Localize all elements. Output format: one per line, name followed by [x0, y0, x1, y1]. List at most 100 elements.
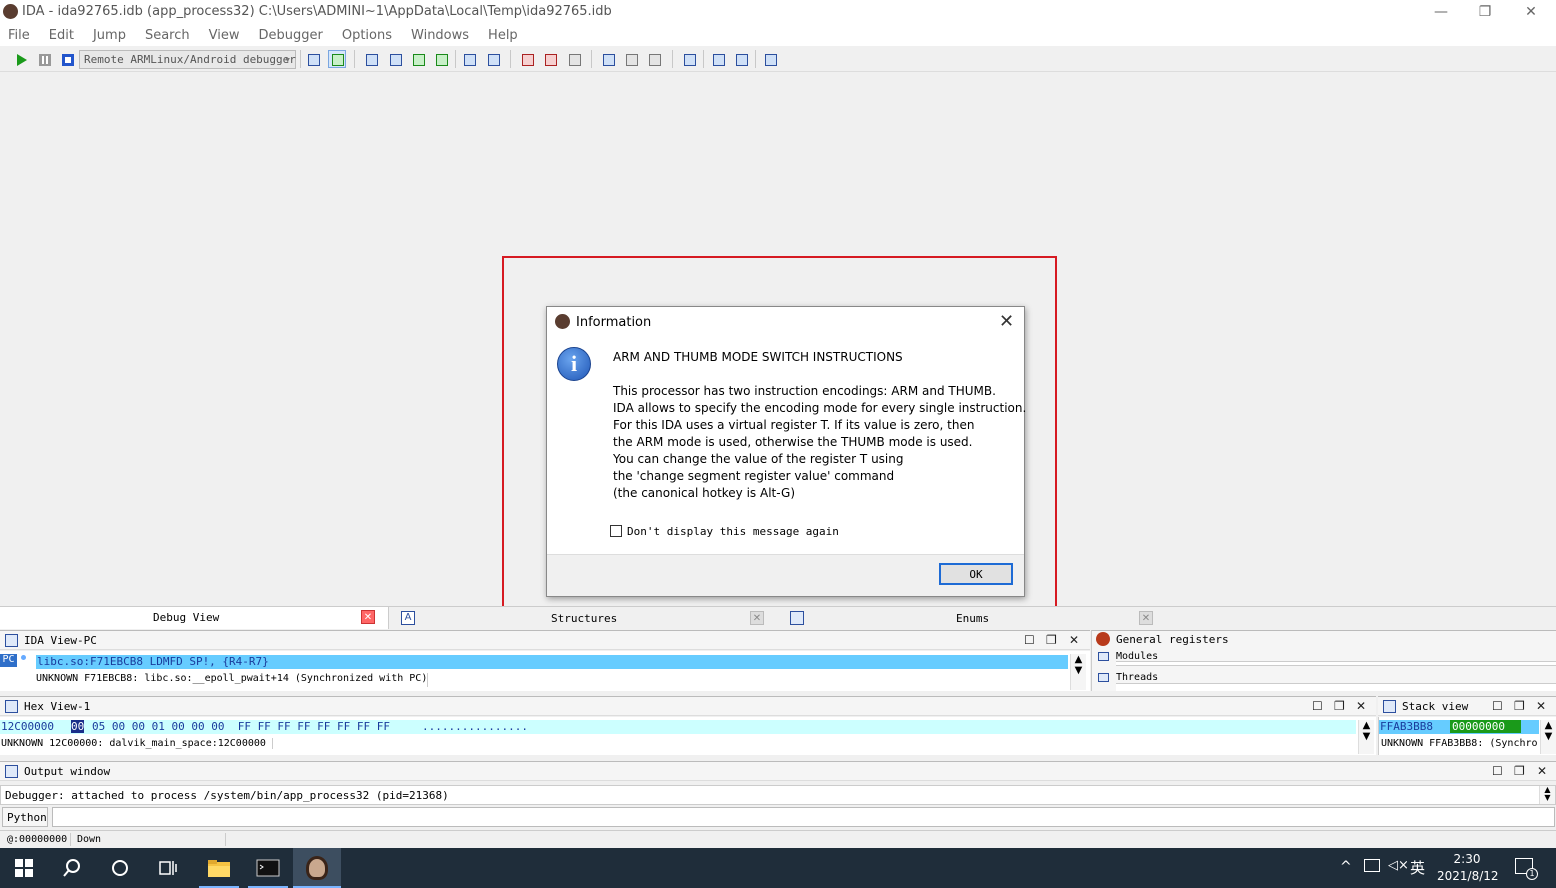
- float-icon[interactable]: ❐: [1514, 764, 1525, 778]
- attach-process-button[interactable]: [328, 50, 346, 68]
- info-icon: i: [557, 347, 591, 381]
- threads-button[interactable]: [732, 50, 750, 68]
- tab-enums[interactable]: Enums ✕: [779, 607, 1165, 629]
- current-instruction-line[interactable]: libc.so:F71EBCB8 LDMFD SP!, {R4-R7}: [36, 655, 1068, 669]
- registers-button[interactable]: [709, 50, 727, 68]
- menu-options[interactable]: Options: [342, 28, 392, 43]
- hex-view-scrollbar[interactable]: ▲ ▼: [1358, 720, 1374, 754]
- python-button[interactable]: Python: [2, 807, 48, 827]
- maximize-icon[interactable]: ☐: [1492, 764, 1503, 778]
- hex-view-content[interactable]: 12C00000 00 05 00 00 01 00 00 00 FF FF F…: [0, 717, 1376, 755]
- watch-button[interactable]: [599, 50, 617, 68]
- dialog-message-line: the ARM mode is used, otherwise the THUM…: [613, 435, 973, 449]
- menu-jump[interactable]: Jump: [93, 28, 126, 43]
- close-icon[interactable]: ✕: [750, 611, 764, 625]
- modules-button[interactable]: [761, 50, 779, 68]
- start-process-button[interactable]: [11, 50, 29, 68]
- clock[interactable]: 2:30 2021/8/12: [1437, 851, 1499, 885]
- menu-search[interactable]: Search: [145, 28, 190, 43]
- output-scrollbar[interactable]: ▲ ▼: [1539, 786, 1555, 804]
- segments-icon: [684, 54, 696, 66]
- tracing-options-button[interactable]: [622, 50, 640, 68]
- maximize-icon[interactable]: ☐: [1492, 699, 1503, 713]
- task-view-button[interactable]: [144, 848, 192, 888]
- close-window-button[interactable]: ✕: [1508, 0, 1554, 24]
- menu-bar: File Edit Jump Search View Debugger Opti…: [0, 24, 1556, 46]
- dialog-heading: ARM AND THUMB MODE SWITCH INSTRUCTIONS: [613, 350, 903, 364]
- input-language[interactable]: 英: [1410, 857, 1425, 878]
- hex-view-icon: [5, 700, 18, 713]
- run-to-cursor-icon: [413, 54, 425, 66]
- debug-options-icon: [308, 54, 320, 66]
- breakpoint-list-button[interactable]: [518, 50, 536, 68]
- menu-help[interactable]: Help: [488, 28, 518, 43]
- run-to-cursor-button[interactable]: [409, 50, 427, 68]
- stop-icon: [62, 54, 74, 66]
- threads-list-strip: [1116, 683, 1556, 691]
- float-icon[interactable]: ❐: [1514, 699, 1525, 713]
- start-button[interactable]: [0, 848, 48, 888]
- tracing-options-icon: [626, 54, 638, 66]
- close-icon[interactable]: ✕: [1356, 699, 1366, 713]
- cortana-button[interactable]: [96, 848, 144, 888]
- segments-button[interactable]: [680, 50, 698, 68]
- general-registers-item[interactable]: General registers: [1116, 633, 1229, 646]
- ida-taskbar-button[interactable]: [293, 848, 341, 888]
- hex-selected-byte[interactable]: 00: [71, 720, 85, 733]
- output-log[interactable]: Debugger: attached to process /system/bi…: [0, 785, 1556, 805]
- tab-structures[interactable]: A Structures ✕: [389, 607, 779, 629]
- trace-button[interactable]: [460, 50, 478, 68]
- trace-window-button[interactable]: [484, 50, 502, 68]
- float-icon[interactable]: ❐: [1334, 699, 1345, 713]
- chevron-up-icon[interactable]: ^: [1340, 859, 1352, 875]
- dialog-close-button[interactable]: ✕: [999, 311, 1014, 332]
- float-icon[interactable]: ❐: [1046, 633, 1057, 647]
- network-icon[interactable]: [1364, 859, 1380, 872]
- stack-view-status: UNKNOWN FFAB3BB8: (Synchron: [1381, 738, 1537, 749]
- modules-icon: [1098, 652, 1109, 661]
- close-icon[interactable]: ✕: [1537, 764, 1547, 778]
- file-explorer-button[interactable]: [195, 848, 243, 888]
- close-icon[interactable]: ✕: [1139, 611, 1153, 625]
- tab-label: Structures: [551, 612, 618, 625]
- stack-view-scrollbar[interactable]: ▲ ▼: [1540, 720, 1556, 754]
- terminal-icon: [256, 859, 280, 877]
- tab-debug-view[interactable]: Debug View ✕: [0, 607, 389, 629]
- step-over-button[interactable]: [386, 50, 404, 68]
- ida-view-title: IDA View-PC: [24, 634, 97, 647]
- ida-view-scrollbar[interactable]: ▲ ▼: [1070, 654, 1086, 690]
- add-breakpoint-button[interactable]: [541, 50, 559, 68]
- close-icon[interactable]: ✕: [361, 610, 375, 624]
- restore-button[interactable]: ❐: [1462, 0, 1508, 24]
- terminate-process-button[interactable]: [58, 50, 76, 68]
- play-icon: [17, 54, 27, 66]
- menu-view[interactable]: View: [209, 28, 240, 43]
- run-until-return-button[interactable]: [432, 50, 450, 68]
- debugger-select[interactable]: Remote ARMLinux/Android debugger ▾: [79, 50, 296, 69]
- menu-windows[interactable]: Windows: [411, 28, 469, 43]
- pause-process-button[interactable]: [35, 50, 53, 68]
- menu-edit[interactable]: Edit: [49, 28, 74, 43]
- minimize-button[interactable]: —: [1418, 0, 1464, 24]
- maximize-icon[interactable]: ☐: [1312, 699, 1323, 713]
- clear-trace-button[interactable]: [645, 50, 663, 68]
- command-input[interactable]: [52, 807, 1555, 827]
- search-button[interactable]: [48, 848, 96, 888]
- dont-display-checkbox[interactable]: [610, 525, 622, 537]
- maximize-icon[interactable]: ☐: [1024, 633, 1035, 647]
- stack-view-content[interactable]: FFAB3BB8 00000000 UNKNOWN FFAB3BB8: (Syn…: [1378, 717, 1556, 755]
- step-into-button[interactable]: [362, 50, 380, 68]
- menu-file[interactable]: File: [8, 28, 30, 43]
- ok-button[interactable]: OK: [939, 563, 1013, 585]
- output-log-line: Debugger: attached to process /system/bi…: [5, 789, 449, 802]
- volume-muted-icon[interactable]: ◁×: [1388, 858, 1409, 873]
- delete-breakpoint-button[interactable]: [565, 50, 583, 68]
- debugger-options-button[interactable]: [304, 50, 322, 68]
- ida-view-content[interactable]: PC libc.so:F71EBCB8 LDMFD SP!, {R4-R7} U…: [0, 651, 1090, 691]
- close-icon[interactable]: ✕: [1069, 633, 1079, 647]
- close-icon[interactable]: ✕: [1536, 699, 1546, 713]
- clear-trace-icon: [649, 54, 661, 66]
- menu-debugger[interactable]: Debugger: [258, 28, 322, 43]
- terminal-button[interactable]: [244, 848, 292, 888]
- threads-item[interactable]: Threads: [1116, 672, 1158, 683]
